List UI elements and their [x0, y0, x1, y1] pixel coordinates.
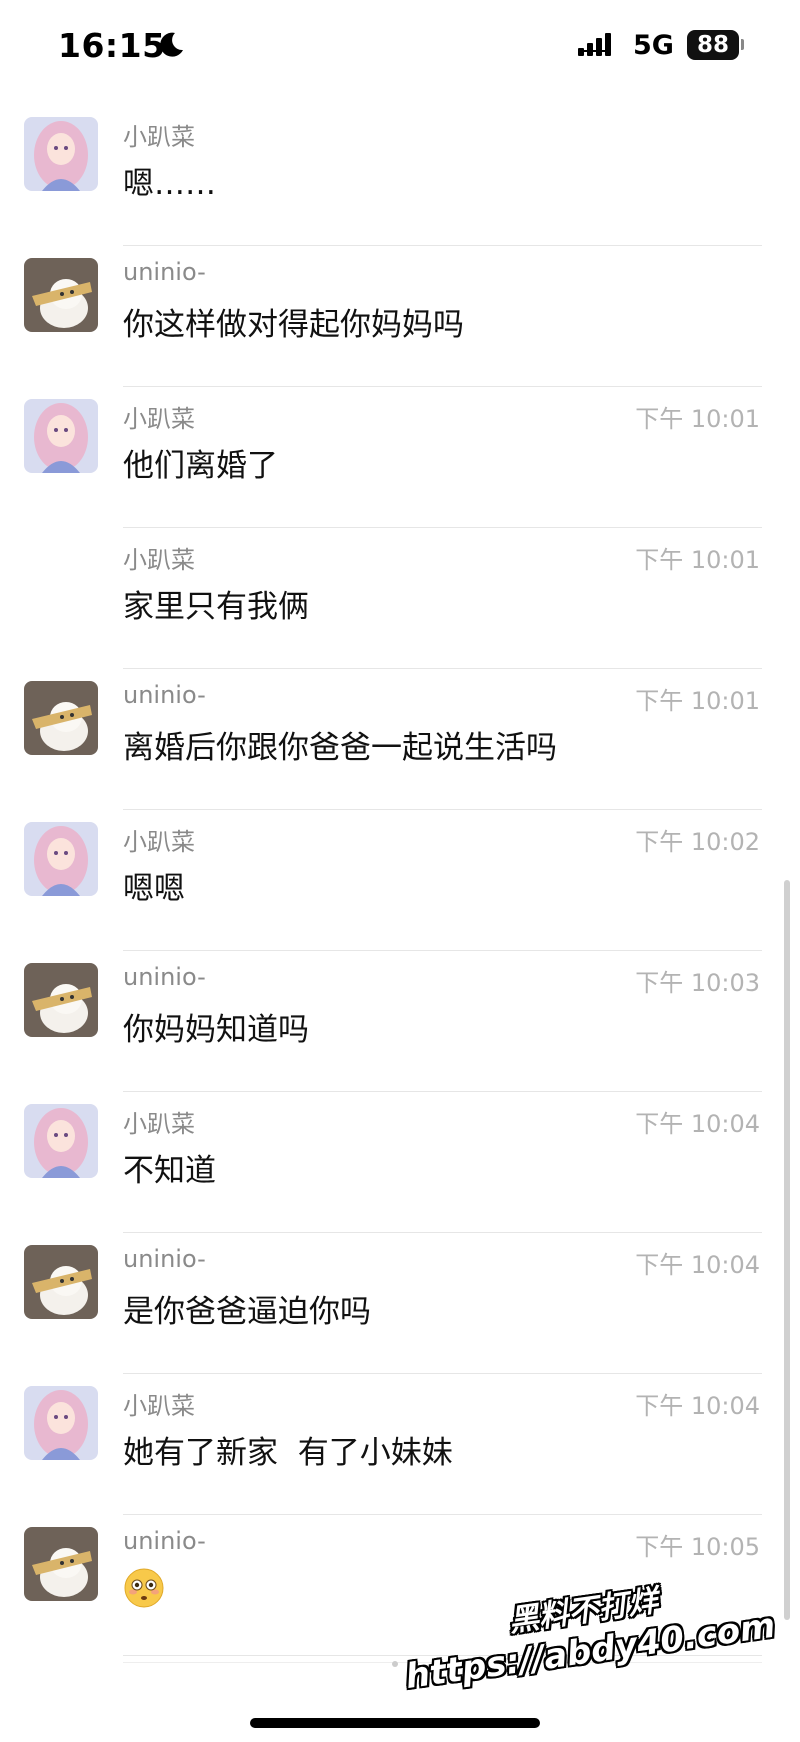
girl-avatar[interactable] [24, 1386, 98, 1460]
message-time: 下午 10:01 [635, 405, 760, 433]
message-time: 下午 10:03 [635, 969, 760, 997]
message-row[interactable]: uninio- 下午 10:03 你妈妈知道吗 [0, 951, 800, 1092]
sender-name: 小趴菜 [123, 123, 195, 151]
sender-name: uninio- [123, 681, 206, 709]
message-text: 家里只有我俩 [123, 589, 309, 625]
scrollbar-thumb[interactable] [784, 880, 790, 1620]
sender-name: 小趴菜 [123, 828, 195, 856]
sender-name: uninio- [123, 1527, 206, 1555]
status-time: 16:15 [58, 26, 166, 65]
message-row[interactable]: uninio- 下午 10:01 离婚后你跟你爸爸一起说生活吗 [0, 669, 800, 810]
sender-name: uninio- [123, 258, 206, 286]
sender-name: 小趴菜 [123, 405, 195, 433]
sender-name: uninio- [123, 1245, 206, 1273]
message-row[interactable]: 小趴菜 下午 10:01 家里只有我俩 [0, 528, 800, 669]
message-text: 是你爸爸逼迫你吗 [123, 1294, 371, 1330]
message-text: 她有了新家 有了小妹妹 [123, 1435, 453, 1471]
cat-avatar[interactable] [24, 258, 98, 332]
sender-name: 小趴菜 [123, 1110, 195, 1138]
girl-avatar[interactable] [24, 399, 98, 473]
network-type: 5G [633, 30, 674, 61]
moon-icon [160, 32, 183, 57]
chat-screen: 16:15 5G 88 小趴菜 嗯…… uninio- 你这样做对得起你妈妈吗 … [0, 0, 800, 1742]
sender-name: 小趴菜 [123, 1392, 195, 1420]
battery-tip [741, 39, 744, 50]
sender-name: uninio- [123, 963, 206, 991]
battery-level: 88 [696, 32, 729, 58]
message-time: 下午 10:01 [635, 546, 760, 574]
cat-avatar[interactable] [24, 963, 98, 1037]
sender-name: 小趴菜 [123, 546, 195, 574]
girl-avatar[interactable] [24, 1104, 98, 1178]
flushed-face-icon [124, 1568, 164, 1608]
message-row[interactable]: 小趴菜 下午 10:04 她有了新家 有了小妹妹 [0, 1374, 800, 1515]
page-dot [392, 1661, 398, 1667]
message-time: 下午 10:02 [635, 828, 760, 856]
message-text: 你这样做对得起你妈妈吗 [123, 307, 464, 343]
cat-avatar[interactable] [24, 1245, 98, 1319]
signal-icon [578, 33, 611, 56]
message-text: 你妈妈知道吗 [123, 1012, 309, 1048]
message-row[interactable]: 小趴菜 下午 10:04 不知道 [0, 1092, 800, 1233]
girl-avatar[interactable] [24, 117, 98, 191]
message-time: 下午 10:01 [635, 687, 760, 715]
message-text: 他们离婚了 [123, 448, 278, 484]
cat-avatar[interactable] [24, 681, 98, 755]
message-time: 下午 10:04 [635, 1392, 760, 1420]
message-row[interactable]: 小趴菜 嗯…… [0, 105, 800, 246]
girl-avatar[interactable] [24, 822, 98, 896]
battery-icon: 88 [687, 30, 739, 60]
message-text: 不知道 [123, 1153, 216, 1189]
message-text: 离婚后你跟你爸爸一起说生活吗 [123, 730, 557, 766]
message-text: 嗯…… [123, 166, 216, 202]
message-time: 下午 10:04 [635, 1251, 760, 1279]
cat-avatar[interactable] [24, 1527, 98, 1601]
message-row[interactable]: 小趴菜 下午 10:02 嗯嗯 [0, 810, 800, 951]
message-row[interactable]: uninio- 你这样做对得起你妈妈吗 [0, 246, 800, 387]
message-row[interactable]: uninio- 下午 10:04 是你爸爸逼迫你吗 [0, 1233, 800, 1374]
home-indicator[interactable] [250, 1718, 540, 1728]
message-time: 下午 10:04 [635, 1110, 760, 1138]
message-text: 嗯嗯 [123, 871, 185, 907]
message-row[interactable]: 小趴菜 下午 10:01 他们离婚了 [0, 387, 800, 528]
status-bar: 16:15 5G 88 [0, 0, 800, 95]
